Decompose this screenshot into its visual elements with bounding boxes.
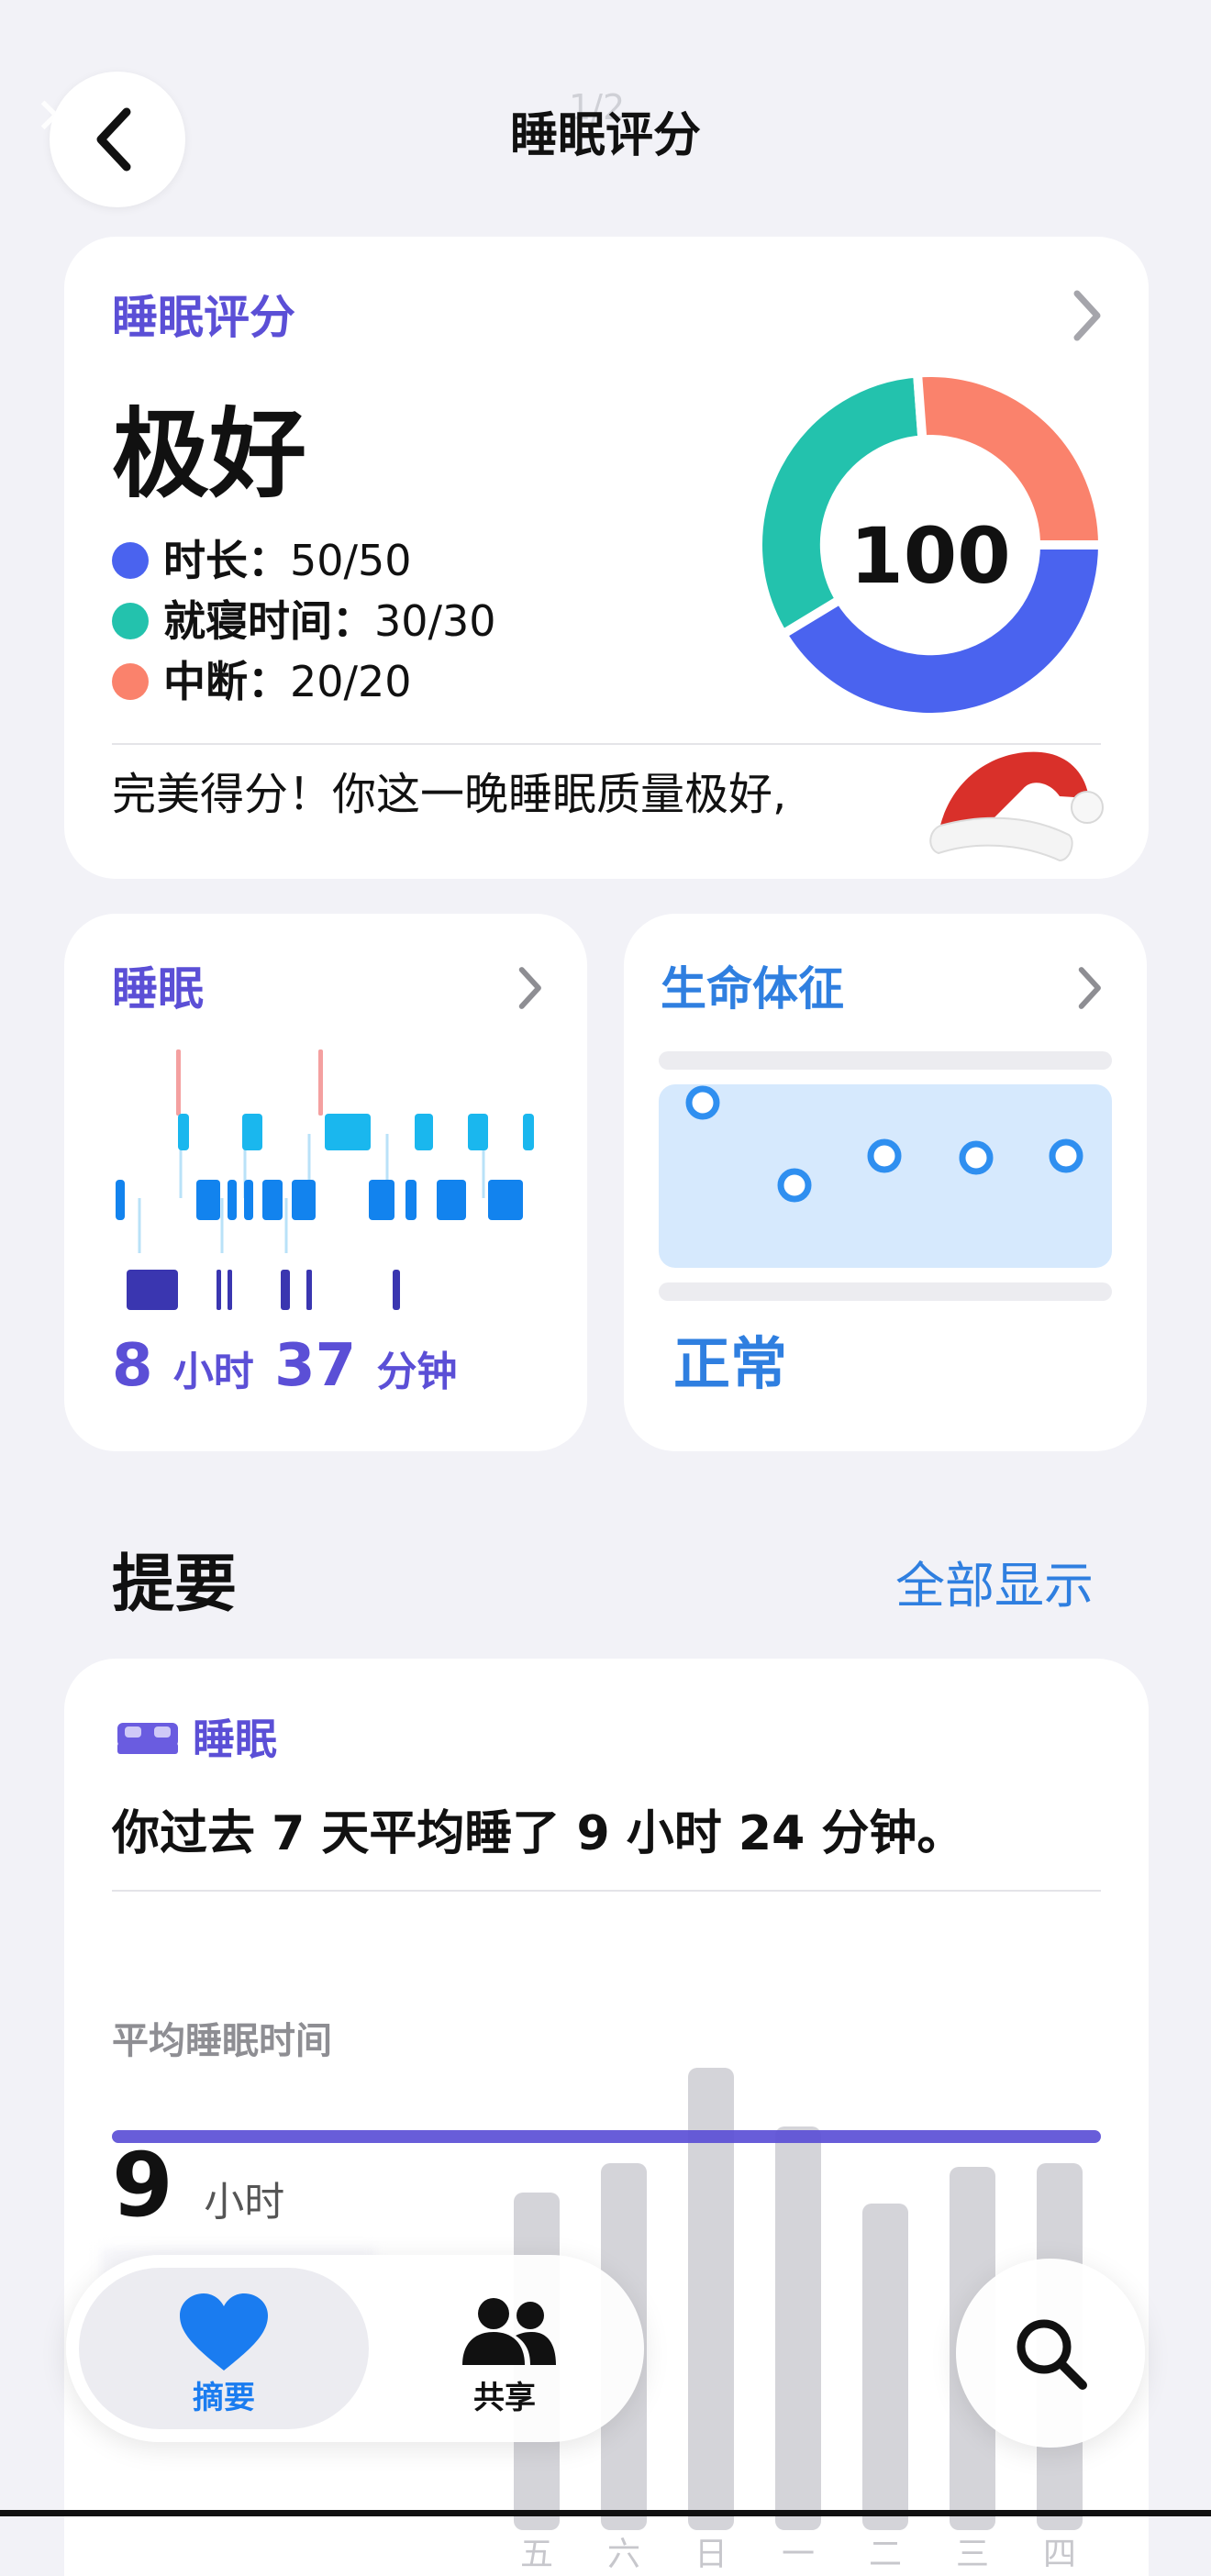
score-value: 100 (850, 511, 1011, 601)
stage-rem (325, 1114, 371, 1150)
week-day-label: 日 (694, 2536, 728, 2573)
tab-summary[interactable]: 摘要 (79, 2268, 369, 2429)
stage-rem (242, 1114, 262, 1150)
metric-label: 就寝时间： (163, 596, 374, 646)
sleep-card-title: 睡眠 (112, 962, 204, 1016)
sleep-minutes: 37 (274, 1332, 357, 1400)
vital-point (777, 1168, 812, 1203)
week-day-label: 四 (1043, 2536, 1076, 2573)
avg-hours-unit: 小时 (204, 2179, 285, 2226)
metric-bedtime: 就寝时间： 30/30 (112, 591, 496, 651)
stage-core (437, 1180, 466, 1220)
metric-label: 时长： (163, 536, 290, 585)
score-card-title: 睡眠评分 (112, 291, 295, 344)
search-button[interactable] (956, 2259, 1145, 2448)
bedtime-dot (112, 603, 149, 639)
week-day-label: 三 (956, 2536, 989, 2573)
heart-icon (180, 2293, 268, 2371)
people-icon (462, 2298, 556, 2365)
stage-awake (176, 1049, 181, 1116)
sleep-stages-chart (112, 1042, 552, 1317)
tab-summary-label: 摘要 (193, 2380, 255, 2416)
stage-awake (318, 1049, 323, 1116)
sleep-duration: 8 小时 37 分钟 (112, 1334, 457, 1405)
chevron-right-icon (1073, 965, 1105, 1015)
vital-point (959, 1140, 994, 1175)
duration-dot (112, 542, 149, 579)
metric-value: 50/50 (290, 536, 412, 585)
score-message: 完美得分！你这一晚睡眠质量极好, (112, 769, 787, 820)
stage-deep (217, 1270, 221, 1310)
vitals-card-title: 生命体征 (661, 962, 844, 1016)
page-title: 睡眠评分 (509, 108, 701, 163)
tab-sharing[interactable]: 共享 (378, 2268, 631, 2429)
metric-interruptions: 中断： 20/20 (112, 651, 496, 712)
stage-core (488, 1180, 523, 1220)
stage-core (406, 1180, 417, 1220)
stage-core (292, 1180, 316, 1220)
score-metrics: 时长： 50/50 就寝时间： 30/30 中断： 20/20 (112, 530, 496, 712)
summary-category-label: 睡眠 (193, 1715, 277, 1764)
santa-hat-icon (929, 751, 1104, 862)
week-bar (862, 2204, 908, 2530)
week-day-label: 六 (607, 2536, 640, 2573)
sleep-score-card[interactable]: 睡眠评分 极好 时长： 50/50 就寝时间： 30/30 中断： 20/20 … (64, 237, 1149, 879)
vitals-status: 正常 (673, 1330, 788, 1397)
stage-rem (523, 1114, 534, 1150)
summary-heading: 提要 (112, 1549, 238, 1621)
stage-deep (127, 1270, 178, 1310)
score-rating: 极好 (112, 398, 306, 511)
minutes-unit: 分钟 (376, 1349, 458, 1395)
stage-rem (468, 1114, 488, 1150)
summary-category: 睡眠 (116, 1712, 277, 1767)
stage-core (116, 1180, 125, 1220)
vitals-card[interactable]: 生命体征 正常 (624, 914, 1147, 1451)
stage-rem (178, 1114, 189, 1150)
stage-core (369, 1180, 394, 1220)
hours-unit: 小时 (172, 1349, 254, 1395)
stage-rem (415, 1114, 433, 1150)
week-day-label: 五 (520, 2536, 553, 2573)
stage-deep (281, 1270, 290, 1310)
sleep-stages-card[interactable]: 睡眠 8 小时 37 分钟 (64, 914, 587, 1451)
week-day-label: 二 (869, 2536, 902, 2573)
metric-label: 中断： (163, 657, 290, 706)
avg-sleep-label: 平均睡眠时间 (112, 2020, 332, 2062)
avg-hours: 9 (112, 2134, 173, 2237)
vital-point (685, 1085, 720, 1120)
stage-deep (228, 1270, 232, 1310)
show-all-link[interactable]: 全部显示 (895, 1554, 1094, 1618)
metric-value: 20/20 (290, 657, 412, 706)
vital-point (867, 1138, 902, 1173)
metric-value: 30/30 (374, 596, 496, 646)
tab-sharing-label: 共享 (473, 2380, 536, 2416)
week-bar (775, 2126, 821, 2530)
chevron-right-icon (514, 965, 545, 1015)
metric-duration: 时长： 50/50 (112, 530, 496, 591)
search-icon (1017, 2319, 1087, 2390)
home-indicator-edge (0, 2510, 1211, 2516)
avg-sleep-value: 9 小时 (112, 2139, 284, 2248)
summary-divider (112, 1890, 1101, 1892)
vital-point (1049, 1138, 1083, 1173)
vitals-chart (659, 1051, 1112, 1301)
stage-core (228, 1180, 237, 1220)
tab-bar: 摘要 共享 (66, 2255, 644, 2442)
bed-icon (117, 1723, 178, 1754)
interruptions-dot (112, 663, 149, 700)
week-day-label: 一 (782, 2536, 815, 2573)
stage-deep (306, 1270, 312, 1310)
chevron-right-icon (1068, 288, 1105, 352)
sleep-hours: 8 (112, 1332, 153, 1400)
stage-core (262, 1180, 283, 1220)
stage-deep (393, 1270, 400, 1310)
stage-core (196, 1180, 220, 1220)
stage-core (244, 1180, 253, 1220)
summary-sentence: 你过去 7 天平均睡了 9 小时 24 分钟。 (112, 1806, 965, 1861)
